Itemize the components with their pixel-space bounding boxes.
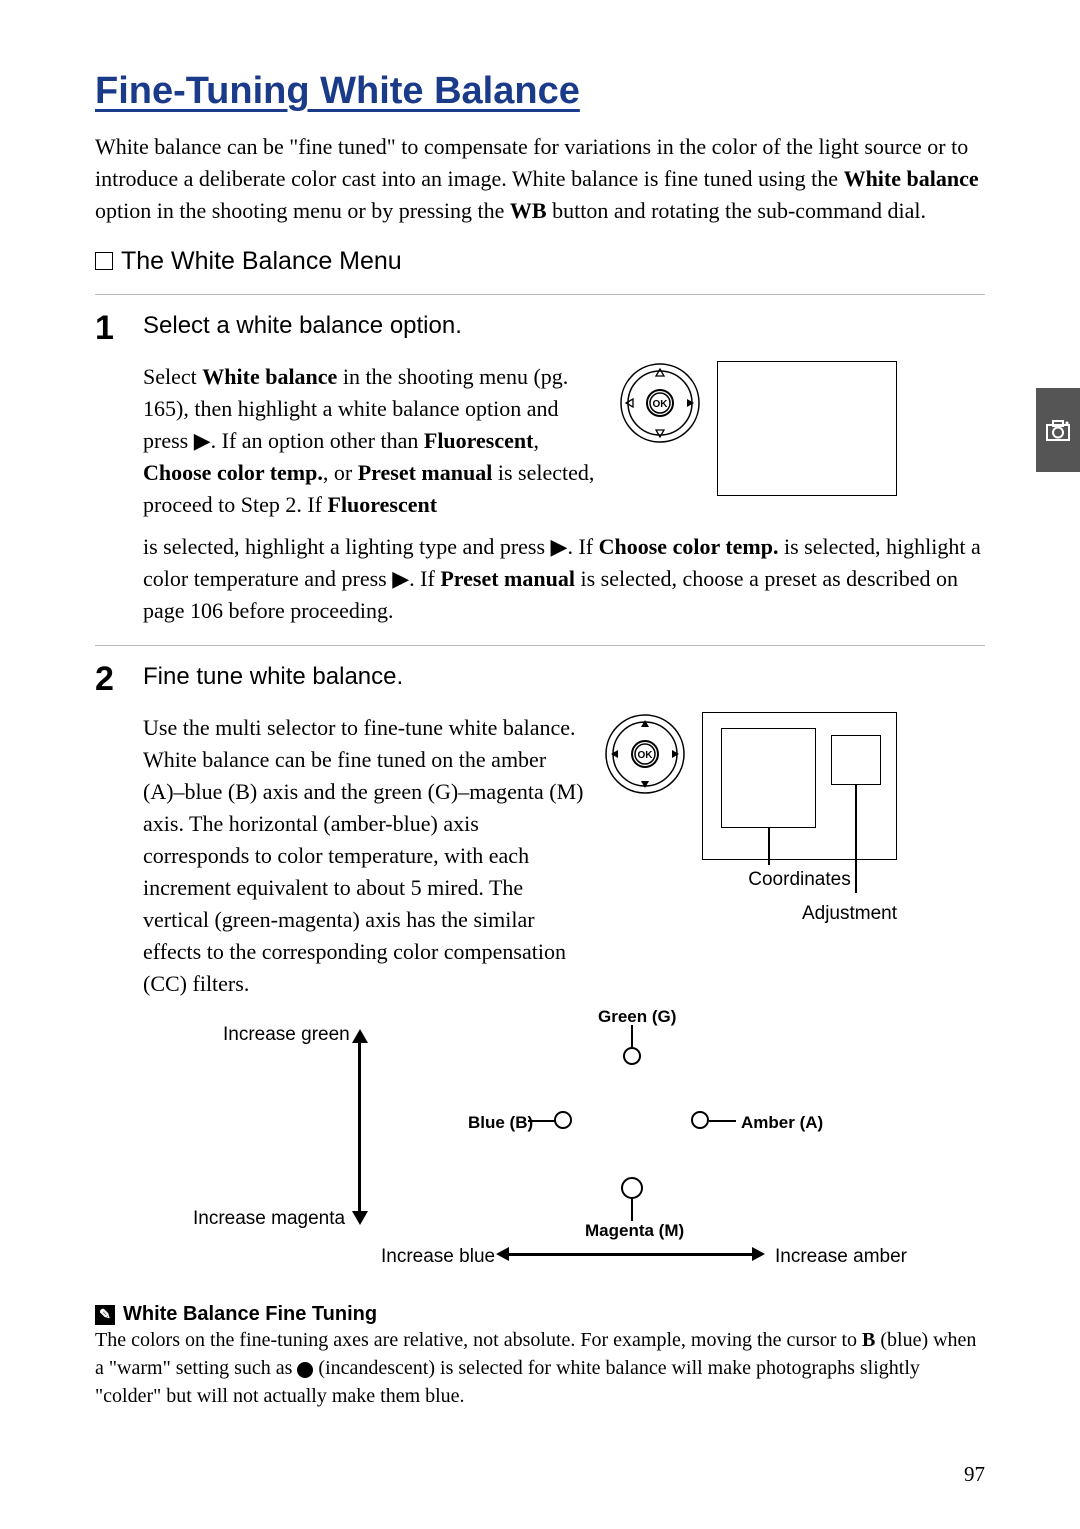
step-1-title: Select a white balance option.: [143, 309, 985, 344]
t: Fluorescent: [424, 428, 534, 453]
intro-paragraph: White balance can be "fine tuned" to com…: [95, 131, 985, 227]
note-heading-text: White Balance Fine Tuning: [123, 1303, 377, 1326]
t: The colors on the fine-tuning axes are r…: [95, 1329, 862, 1351]
amber-label: Amber (A): [741, 1111, 823, 1136]
section-heading-wb-menu: The White Balance Menu: [95, 247, 985, 276]
intro-text: button and rotating the sub-command dial…: [547, 198, 926, 223]
pencil-icon: ✎: [95, 1305, 115, 1325]
intro-bold-wb-button: WB: [510, 198, 547, 223]
t: . If: [567, 534, 598, 559]
step-2-title: Fine tune white balance.: [143, 660, 985, 695]
t: , or: [323, 460, 358, 485]
green-label: Green (G): [598, 1005, 676, 1030]
inc-green-label: Increase green: [223, 1021, 350, 1049]
t: is selected, highlight a lighting type a…: [143, 534, 551, 559]
inc-magenta-label: Increase magenta: [193, 1205, 345, 1233]
t: . If: [409, 566, 440, 591]
incandescent-icon: [297, 1362, 313, 1378]
t: White balance: [202, 364, 337, 389]
section-heading-text: The White Balance Menu: [121, 247, 402, 276]
svg-text:OK: OK: [638, 750, 654, 761]
divider: [95, 294, 985, 295]
adjustment-label: Adjustment: [702, 900, 897, 928]
t: Preset manual: [358, 460, 493, 485]
intro-text: White balance can be "fine tuned" to com…: [95, 134, 968, 191]
t: Choose color temp.: [599, 534, 779, 559]
page-number: 97: [964, 1462, 985, 1487]
step-1-body: Select White balance in the shooting men…: [143, 361, 603, 520]
t: Select: [143, 364, 202, 389]
camera-screen-placeholder-2: [702, 712, 897, 860]
t: B: [862, 1329, 875, 1351]
note-body: The colors on the fine-tuning axes are r…: [95, 1326, 985, 1410]
bullet-box-icon: [95, 252, 113, 270]
step-number: 1: [95, 309, 123, 348]
magenta-label: Magenta (M): [585, 1219, 684, 1244]
camera-icon: [1045, 417, 1071, 443]
multi-selector-icon: OK: [618, 361, 702, 454]
step-1: 1 Select a white balance option. Select …: [95, 309, 985, 637]
inc-blue-label: Increase blue: [381, 1243, 495, 1271]
page-title: Fine-Tuning White Balance: [95, 70, 985, 113]
step-number: 2: [95, 660, 123, 699]
chapter-tab: [1036, 388, 1080, 472]
right-arrow-icon: ▶: [194, 425, 211, 457]
t: . If an option other than: [211, 428, 424, 453]
step-2-body: Use the multi selector to fine-tune whit…: [143, 712, 588, 999]
t: Preset manual: [440, 566, 575, 591]
inc-amber-label: Increase amber: [775, 1243, 907, 1271]
right-arrow-icon: ▶: [551, 531, 568, 563]
camera-screen-placeholder: [717, 361, 897, 496]
camera-screen-wrap: Coordinates Adjustment: [702, 712, 897, 927]
right-arrow-icon: ▶: [392, 563, 409, 595]
t: Choose color temp.: [143, 460, 323, 485]
multi-selector-icon: OK: [603, 712, 687, 805]
divider: [95, 645, 985, 646]
intro-bold-wb-option: White balance: [844, 166, 979, 191]
axis-diagram: Increase green Increase magenta Increase…: [193, 1019, 913, 1279]
t: ,: [533, 428, 539, 453]
blue-label: Blue (B): [468, 1111, 533, 1136]
step-2: 2 Fine tune white balance. Use the multi…: [95, 660, 985, 1280]
t: Fluorescent: [328, 492, 438, 517]
coordinates-label: Coordinates: [702, 866, 897, 894]
intro-text: option in the shooting menu or by pressi…: [95, 198, 510, 223]
note-heading: ✎ White Balance Fine Tuning: [95, 1303, 985, 1326]
svg-text:OK: OK: [653, 399, 669, 410]
step-1-body-cont: is selected, highlight a lighting type a…: [143, 531, 985, 627]
